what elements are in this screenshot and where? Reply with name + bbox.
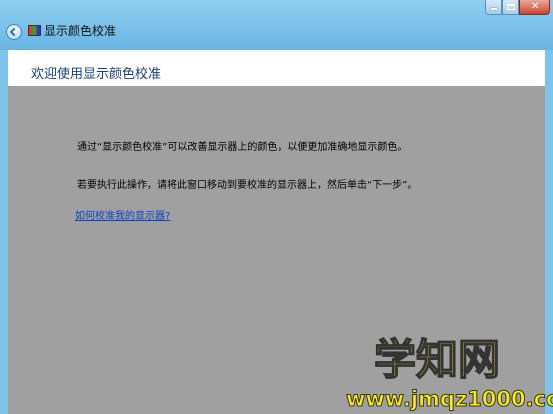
maximize-icon (507, 4, 515, 10)
back-arrow-icon (9, 27, 19, 37)
instruction-text: 若要执行此操作，请将此窗口移动到要校准的显示器上，然后单击“下一步”。 (77, 180, 418, 191)
minimize-button[interactable] (485, 0, 502, 15)
intro-text: 通过“显示颜色校准”可以改善显示器上的颜色，以便更加准确地显示颜色。 (77, 142, 408, 153)
maximize-button[interactable] (502, 0, 519, 15)
window-title: 显示颜色校准 (44, 24, 117, 38)
close-button[interactable]: ✕ (519, 0, 550, 15)
color-calibration-icon (28, 25, 41, 36)
back-button[interactable] (6, 24, 22, 40)
help-link[interactable]: 如何校准我的显示器? (75, 207, 170, 222)
calibration-window: 显示颜色校准 ✕ 欢迎使用显示颜色校准 通过“显示颜色校准”可以改善显示器上的颜… (0, 0, 553, 414)
title-bar: 显示颜色校准 ✕ (0, 0, 553, 50)
wizard-content: 通过“显示颜色校准”可以改善显示器上的颜色，以便更加准确地显示颜色。 若要执行此… (8, 86, 545, 414)
page-title: 欢迎使用显示颜色校准 (31, 67, 162, 82)
page-header: 欢迎使用显示颜色校准 (8, 50, 545, 86)
wizard-client-area: 欢迎使用显示颜色校准 通过“显示颜色校准”可以改善显示器上的颜色，以便更加准确地… (8, 50, 545, 414)
minimize-icon (491, 8, 497, 10)
close-icon: ✕ (531, 1, 540, 12)
